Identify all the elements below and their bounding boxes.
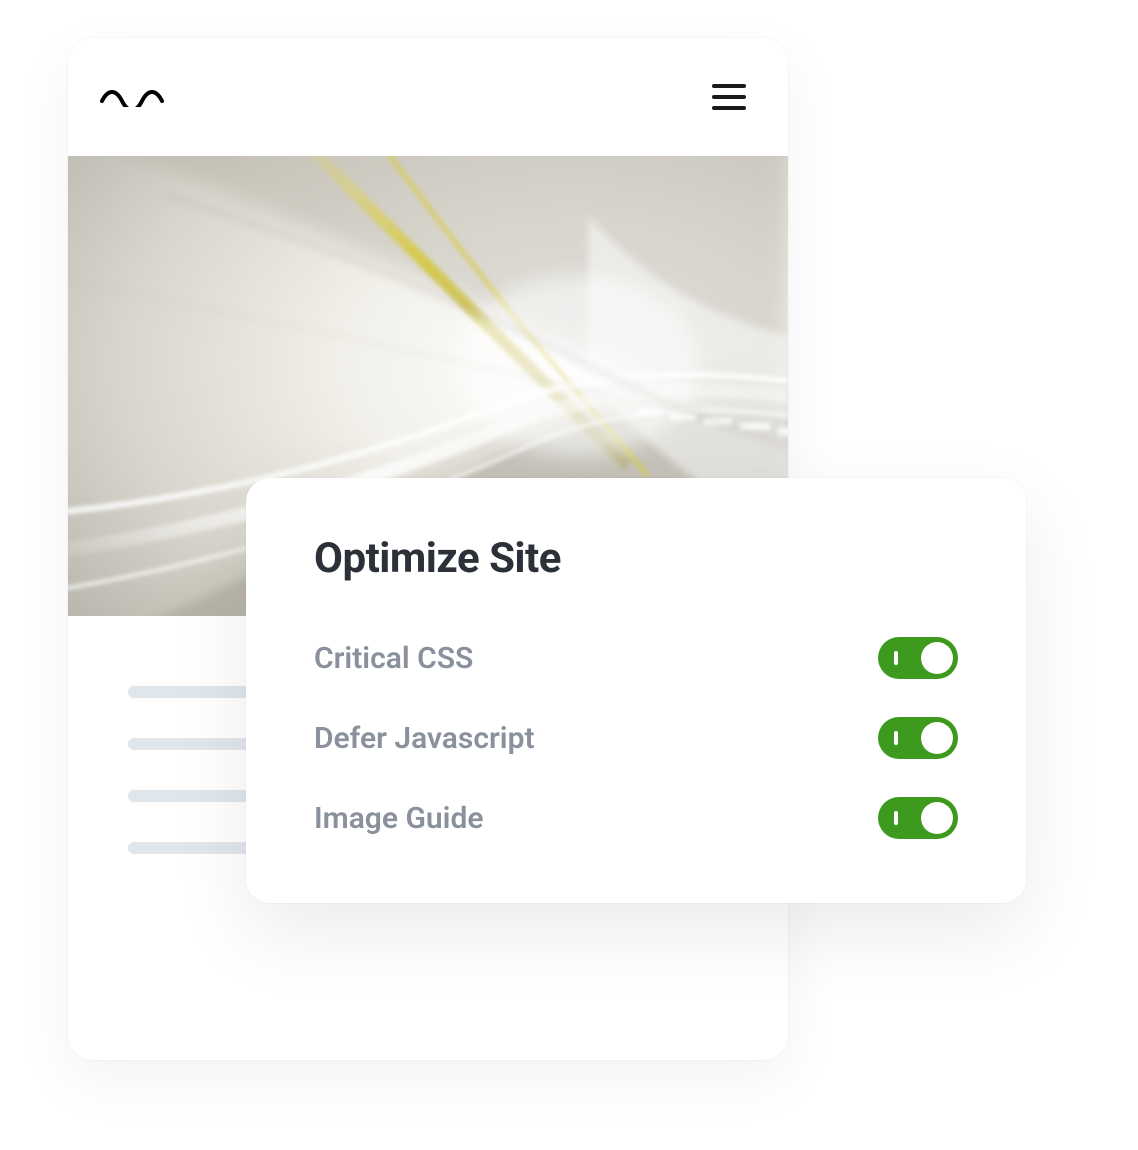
- panel-title: Optimize Site: [314, 534, 958, 583]
- toggle-defer-javascript[interactable]: [878, 717, 958, 759]
- preview-header: [68, 38, 788, 156]
- wave-logo: [100, 87, 164, 107]
- setting-defer-javascript: Defer Javascript: [314, 717, 958, 759]
- setting-image-guide: Image Guide: [314, 797, 958, 839]
- toggle-image-guide[interactable]: [878, 797, 958, 839]
- setting-critical-css: Critical CSS: [314, 637, 958, 679]
- hamburger-icon[interactable]: [712, 84, 746, 110]
- optimize-panel: Optimize Site Critical CSS Defer Javascr…: [246, 478, 1026, 903]
- toggle-knob: [921, 722, 953, 754]
- toggle-knob: [921, 642, 953, 674]
- toggle-critical-css[interactable]: [878, 637, 958, 679]
- setting-label: Image Guide: [314, 801, 483, 836]
- toggle-on-indicator-icon: [894, 731, 898, 745]
- setting-label: Defer Javascript: [314, 721, 535, 756]
- toggle-on-indicator-icon: [894, 811, 898, 825]
- toggle-knob: [921, 802, 953, 834]
- toggle-on-indicator-icon: [894, 651, 898, 665]
- setting-label: Critical CSS: [314, 641, 473, 676]
